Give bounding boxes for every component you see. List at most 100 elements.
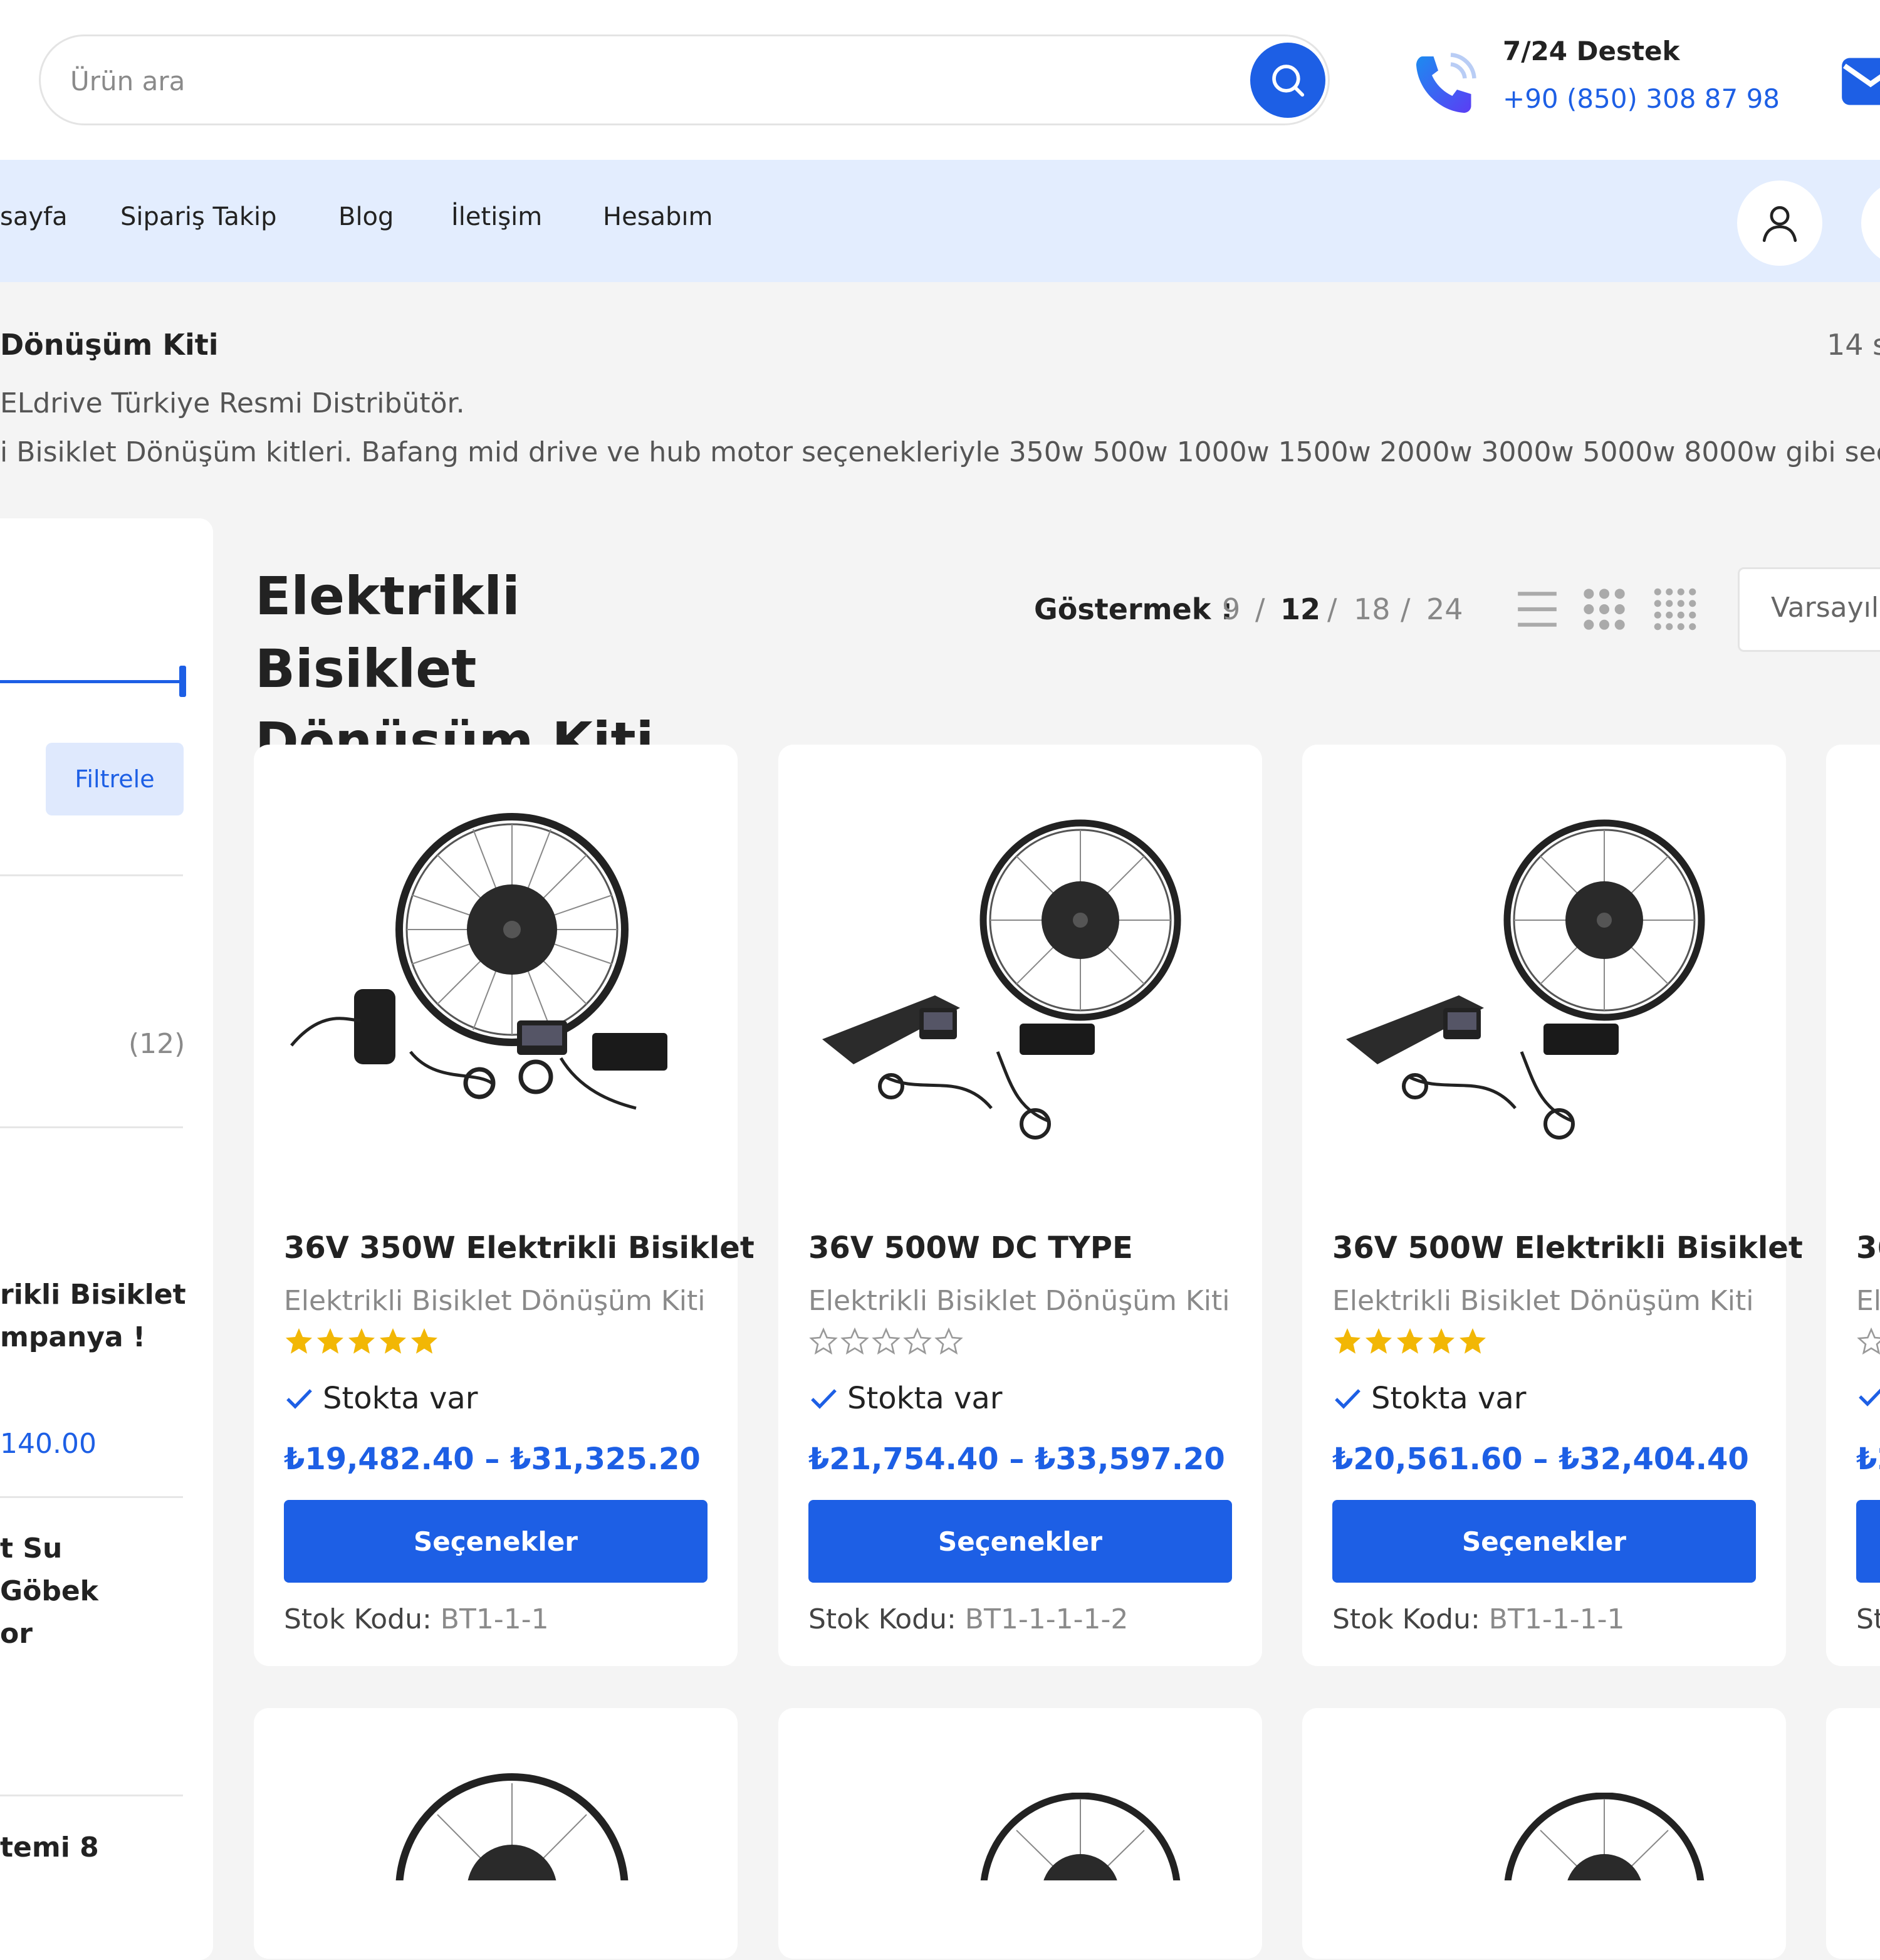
star-empty-icon: [840, 1327, 869, 1355]
sort-select[interactable]: Varsayıla: [1738, 567, 1880, 652]
filter-sidebar: [0, 518, 213, 1960]
grid-4-icon[interactable]: [1652, 586, 1698, 632]
category-description-line: i Bisiklet Dönüşüm kitleri. Bafang mid d…: [0, 436, 1880, 468]
search-input[interactable]: [69, 55, 1199, 107]
sidebar-product-title[interactable]: temi 8: [0, 1832, 99, 1863]
per-page-separator: /: [1255, 592, 1265, 626]
product-category[interactable]: Elektrikli Bisiklet Dönüşüm Kiti: [284, 1285, 705, 1317]
product-sku: Stok Kodu: BT1-1-1-1: [1332, 1603, 1624, 1635]
per-page-separator: /: [1327, 592, 1337, 626]
support-phone-link[interactable]: +90 (850) 308 87 98: [1503, 83, 1780, 114]
product-image[interactable]: [810, 782, 1231, 1208]
stock-status-label: Stokta var: [1371, 1381, 1527, 1416]
star-filled-icon: [317, 1328, 343, 1354]
sku-label: Stok Kodu:: [808, 1603, 956, 1635]
search-bar: [39, 34, 1330, 125]
product-card[interactable]: 36V 500W Elektrikli Bisiklet Elektrikli …: [1302, 745, 1803, 1666]
per-page-option[interactable]: 9: [1222, 592, 1240, 626]
sort-select-value: Varsayıla: [1771, 592, 1880, 624]
per-page-option-active[interactable]: 12: [1280, 592, 1320, 626]
nav-item-hesabim[interactable]: Hesabım: [603, 202, 713, 231]
product-price: ₺2: [1856, 1442, 1880, 1477]
product-sku: Stok Kodu: BT1-1-1: [284, 1603, 549, 1635]
price-slider-track[interactable]: [0, 680, 182, 683]
category-name: Dönüşüm Kiti: [0, 328, 219, 362]
product-price: ₺19,482.40 – ₺31,325.20: [284, 1442, 701, 1477]
star-empty-icon: [872, 1327, 901, 1355]
main-navigation: sayfa Sipariş Takip Blog İletişim Hesabı…: [0, 160, 1880, 282]
options-button[interactable]: Seçenekler: [1332, 1500, 1756, 1583]
star-filled-icon: [411, 1328, 437, 1354]
product-rating: [1332, 1326, 1488, 1358]
mail-icon[interactable]: [1839, 53, 1880, 110]
sku-value: BT1-1-1-1: [1488, 1603, 1625, 1635]
check-icon: [1335, 1389, 1360, 1409]
nav-item-anasayfa[interactable]: sayfa: [0, 202, 68, 231]
price-slider-handle[interactable]: [179, 666, 186, 697]
product-sku: Stok Kodu: BT1-1-1-1-2: [808, 1603, 1128, 1635]
product-price: ₺21,754.40 – ₺33,597.20: [808, 1442, 1225, 1477]
nav-item-blog[interactable]: Blog: [338, 202, 394, 231]
product-sku: St: [1856, 1603, 1880, 1635]
product-category[interactable]: El: [1856, 1285, 1880, 1317]
product-title[interactable]: 36V 350W Elektrikli Bisiklet: [284, 1230, 755, 1266]
search-icon: [1272, 65, 1305, 97]
per-page-label: Göstermek :: [1034, 592, 1233, 626]
sidebar-product-title[interactable]: Göbek: [0, 1575, 98, 1607]
stock-status-label: Stokta var: [847, 1381, 1003, 1416]
product-image[interactable]: [285, 782, 706, 1208]
product-card[interactable]: [1302, 1708, 1786, 1959]
star-filled-icon: [1428, 1328, 1454, 1354]
nav-item-iletisim[interactable]: İletişim: [451, 202, 542, 231]
category-count: (12): [128, 1028, 185, 1060]
star-filled-icon: [1366, 1328, 1392, 1354]
filter-button[interactable]: Filtrele: [46, 743, 184, 815]
product-title[interactable]: 36V 500W DC TYPE: [808, 1230, 1247, 1266]
per-page-separator: /: [1401, 592, 1411, 626]
star-empty-icon: [1857, 1327, 1880, 1355]
options-button[interactable]: Seçenekler: [284, 1500, 708, 1583]
sidebar-divider: [0, 1496, 183, 1498]
star-filled-icon: [348, 1328, 375, 1354]
options-button[interactable]: [1856, 1500, 1880, 1583]
category-description-line: ELdrive Türkiye Resmi Distribütör.: [0, 387, 465, 419]
check-icon: [286, 1389, 312, 1409]
account-button[interactable]: [1737, 181, 1822, 266]
sku-label: Stok Kodu:: [1332, 1603, 1480, 1635]
sku-value: BT1-1-1-1-2: [964, 1603, 1129, 1635]
product-card[interactable]: [778, 1708, 1262, 1959]
product-card[interactable]: 36 El ₺2 St: [1826, 745, 1880, 1666]
product-card[interactable]: 36V 500W DC TYPE Elektrikli Bisiklet Dön…: [778, 745, 1262, 1666]
product-rating: [808, 1326, 964, 1358]
product-card[interactable]: [1826, 1708, 1880, 1959]
product-image[interactable]: [285, 1764, 706, 1880]
support-title: 7/24 Destek: [1503, 36, 1680, 66]
sidebar-product-title[interactable]: t Su: [0, 1533, 62, 1564]
product-category[interactable]: Elektrikli Bisiklet Dönüşüm Kiti: [808, 1285, 1230, 1317]
product-category[interactable]: Elektrikli Bisiklet Dönüşüm Kiti: [1332, 1285, 1753, 1317]
product-image[interactable]: [1334, 782, 1755, 1208]
star-filled-icon: [286, 1328, 312, 1354]
product-title[interactable]: 36: [1856, 1230, 1880, 1266]
star-empty-icon: [903, 1327, 932, 1355]
star-empty-icon: [934, 1327, 963, 1355]
sidebar-product-price: 140.00: [0, 1428, 97, 1460]
product-title[interactable]: 36V 500W Elektrikli Bisiklet: [1332, 1230, 1803, 1266]
sidebar-product-title[interactable]: rikli Bisiklet: [0, 1279, 186, 1311]
per-page-option[interactable]: 18: [1354, 592, 1391, 626]
grid-3-icon[interactable]: [1581, 586, 1627, 632]
list-view-icon[interactable]: [1514, 586, 1560, 632]
product-card[interactable]: 36V 350W Elektrikli Bisiklet Elektrikli …: [254, 745, 755, 1666]
search-button[interactable]: [1250, 43, 1325, 118]
product-image[interactable]: [810, 1793, 1231, 1880]
per-page-option[interactable]: 24: [1426, 592, 1463, 626]
product-price: ₺20,561.60 – ₺32,404.40: [1332, 1442, 1749, 1477]
product-count: 14 s: [1827, 328, 1880, 362]
nav-item-siparis-takip[interactable]: Sipariş Takip: [120, 202, 277, 231]
product-image[interactable]: [1334, 1793, 1755, 1880]
sidebar-product-title[interactable]: or: [0, 1618, 33, 1650]
star-empty-icon: [809, 1327, 838, 1355]
sidebar-product-title[interactable]: mpanya !: [0, 1321, 145, 1353]
options-button[interactable]: Seçenekler: [808, 1500, 1232, 1583]
product-card[interactable]: [254, 1708, 738, 1959]
